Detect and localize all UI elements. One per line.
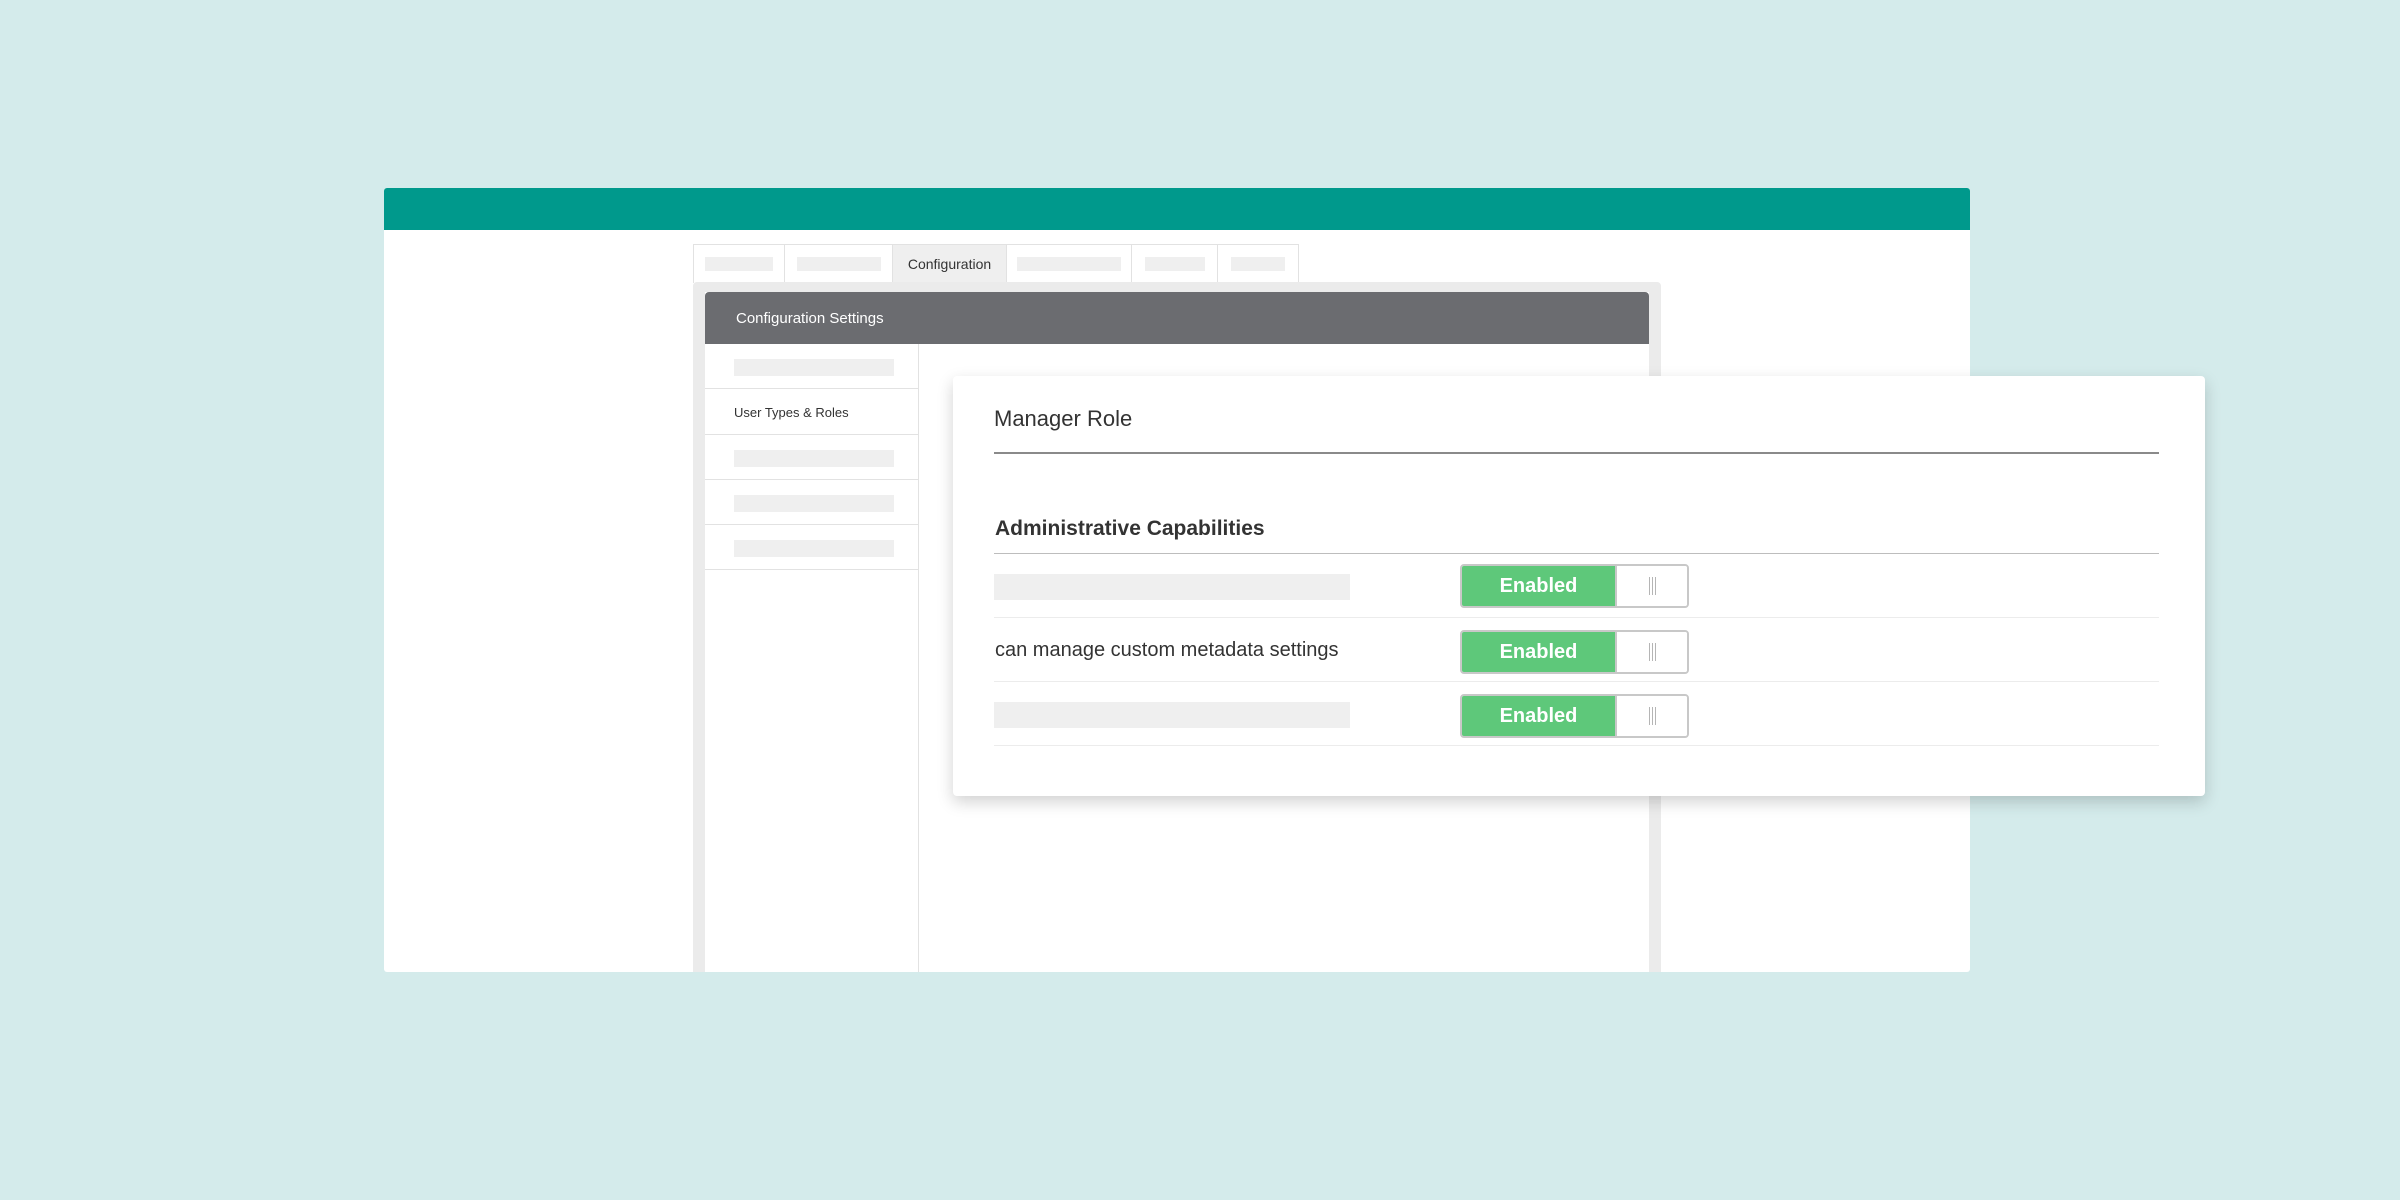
tab-bar: Configuration: [693, 244, 1299, 283]
grip-line: [1648, 707, 1650, 725]
tab-2[interactable]: [785, 245, 893, 283]
grip-line: [1651, 577, 1653, 595]
grip-line: [1648, 643, 1650, 661]
capability-row: can manage custom metadata settings Enab…: [994, 618, 2159, 682]
capability-label-placeholder: [994, 574, 1350, 600]
manager-role-card: Manager Role Administrative Capabilities…: [953, 376, 2205, 796]
capability-label: can manage custom metadata settings: [995, 639, 1339, 661]
tab-4[interactable]: [1007, 245, 1132, 283]
side-nav-item-3[interactable]: [705, 435, 918, 480]
title-divider: [994, 452, 2159, 454]
capability-toggle[interactable]: Enabled: [1460, 694, 1689, 738]
toggle-state-label: Enabled: [1462, 632, 1615, 672]
side-nav-item-1[interactable]: [705, 344, 918, 389]
capability-toggle[interactable]: Enabled: [1460, 630, 1689, 674]
toggle-state-label: Enabled: [1462, 696, 1615, 736]
tab-label-placeholder: [1144, 257, 1205, 271]
side-nav-label-placeholder: [734, 359, 894, 376]
tab-label-placeholder: [1231, 257, 1285, 271]
toggle-state-label: Enabled: [1462, 566, 1615, 606]
side-nav-item-5[interactable]: [705, 525, 918, 570]
side-nav-item-4[interactable]: [705, 480, 918, 525]
tab-1[interactable]: [694, 245, 785, 283]
configuration-header: Configuration Settings: [705, 292, 1649, 344]
toggle-handle[interactable]: [1615, 696, 1687, 736]
capability-toggle[interactable]: Enabled: [1460, 564, 1689, 608]
tab-configuration[interactable]: Configuration: [893, 245, 1007, 283]
side-nav-label-placeholder: [734, 495, 894, 512]
side-nav-label-placeholder: [734, 540, 894, 557]
capability-label-placeholder: [994, 702, 1350, 728]
configuration-header-title: Configuration Settings: [736, 310, 884, 327]
grip-line: [1654, 577, 1656, 595]
grip-line: [1654, 707, 1656, 725]
tab-configuration-label: Configuration: [907, 256, 992, 272]
grip-line: [1651, 707, 1653, 725]
tab-6[interactable]: [1218, 245, 1298, 283]
grip-line: [1654, 643, 1656, 661]
capability-row: Enabled: [994, 682, 2159, 746]
side-nav-label-placeholder: [734, 450, 894, 467]
tab-label-placeholder: [1017, 257, 1121, 271]
grip-line: [1648, 577, 1650, 595]
settings-side-nav: User Types & Roles: [705, 344, 919, 972]
side-nav-item-label: User Types & Roles: [734, 405, 849, 420]
tab-label-placeholder: [705, 257, 773, 271]
app-topbar: [384, 188, 1970, 230]
side-nav-item-user-types-roles[interactable]: User Types & Roles: [705, 389, 918, 435]
tab-5[interactable]: [1132, 245, 1218, 283]
role-title: Manager Role: [994, 406, 1133, 431]
capability-row: Enabled: [994, 554, 2159, 618]
toggle-handle[interactable]: [1615, 632, 1687, 672]
toggle-handle[interactable]: [1615, 566, 1687, 606]
grip-line: [1651, 643, 1653, 661]
section-title: Administrative Capabilities: [995, 517, 1265, 540]
tab-label-placeholder: [796, 257, 881, 271]
